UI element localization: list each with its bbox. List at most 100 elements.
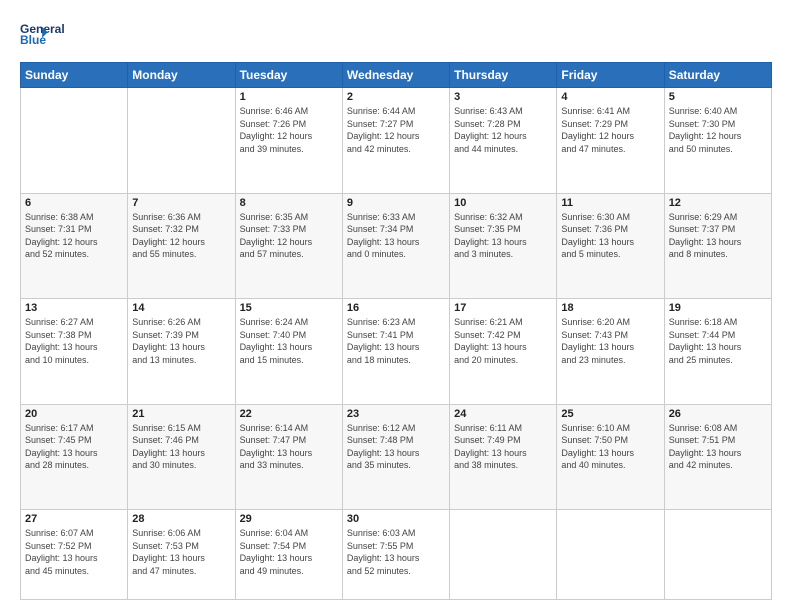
day-number: 21 (132, 408, 230, 420)
calendar-cell (450, 510, 557, 600)
calendar-cell: 8 Sunrise: 6:35 AM Sunset: 7:33 PM Daylig… (235, 193, 342, 299)
day-info: Sunrise: 6:40 AM Sunset: 7:30 PM Dayligh… (669, 105, 767, 155)
day-number: 1 (240, 91, 338, 103)
day-number: 5 (669, 91, 767, 103)
day-info: Sunrise: 6:35 AM Sunset: 7:33 PM Dayligh… (240, 211, 338, 261)
day-info: Sunrise: 6:29 AM Sunset: 7:37 PM Dayligh… (669, 211, 767, 261)
day-info: Sunrise: 6:23 AM Sunset: 7:41 PM Dayligh… (347, 316, 445, 366)
calendar-col-tuesday: Tuesday (235, 63, 342, 88)
day-number: 25 (561, 408, 659, 420)
calendar-cell: 22Sunrise: 6:14 AM Sunset: 7:47 PM Dayli… (235, 404, 342, 510)
day-info: Sunrise: 6:30 AM Sunset: 7:36 PM Dayligh… (561, 211, 659, 261)
calendar-cell: 11 Sunrise: 6:30 AM Sunset: 7:36 PM Dayli… (557, 193, 664, 299)
day-number: 19 (669, 302, 767, 314)
day-info: Sunrise: 6:32 AM Sunset: 7:35 PM Dayligh… (454, 211, 552, 261)
day-info: Sunrise: 6:44 AM Sunset: 7:27 PM Dayligh… (347, 105, 445, 155)
calendar-week-2: 6 Sunrise: 6:38 AM Sunset: 7:31 PM Daylig… (21, 193, 772, 299)
day-number: 20 (25, 408, 123, 420)
calendar-cell: 17Sunrise: 6:21 AM Sunset: 7:42 PM Dayli… (450, 299, 557, 405)
calendar-cell: 18 Sunrise: 6:20 AM Sunset: 7:43 PM Dayli… (557, 299, 664, 405)
day-number: 16 (347, 302, 445, 314)
day-number: 24 (454, 408, 552, 420)
day-number: 18 (561, 302, 659, 314)
day-info: Sunrise: 6:12 AM Sunset: 7:48 PM Dayligh… (347, 422, 445, 472)
calendar-cell: 10 Sunrise: 6:32 AM Sunset: 7:35 PM Dayli… (450, 193, 557, 299)
calendar-col-monday: Monday (128, 63, 235, 88)
calendar-week-1: 1 Sunrise: 6:46 AM Sunset: 7:26 PM Daylig… (21, 88, 772, 194)
calendar-cell: 1 Sunrise: 6:46 AM Sunset: 7:26 PM Daylig… (235, 88, 342, 194)
day-info: Sunrise: 6:11 AM Sunset: 7:49 PM Dayligh… (454, 422, 552, 472)
header: General Blue (20, 18, 772, 52)
day-info: Sunrise: 6:21 AM Sunset: 7:42 PM Dayligh… (454, 316, 552, 366)
calendar-col-friday: Friday (557, 63, 664, 88)
day-number: 29 (240, 513, 338, 525)
calendar-cell (128, 88, 235, 194)
day-number: 12 (669, 197, 767, 209)
calendar-cell: 29 Sunrise: 6:04 AM Sunset: 7:54 PM Dayli… (235, 510, 342, 600)
day-info: Sunrise: 6:46 AM Sunset: 7:26 PM Dayligh… (240, 105, 338, 155)
calendar-cell (557, 510, 664, 600)
day-number: 26 (669, 408, 767, 420)
calendar-header-row: SundayMondayTuesdayWednesdayThursdayFrid… (21, 63, 772, 88)
day-number: 7 (132, 197, 230, 209)
day-info: Sunrise: 6:04 AM Sunset: 7:54 PM Dayligh… (240, 527, 338, 577)
calendar-cell: 13 Sunrise: 6:27 AM Sunset: 7:38 PM Dayli… (21, 299, 128, 405)
calendar-cell (664, 510, 771, 600)
day-info: Sunrise: 6:26 AM Sunset: 7:39 PM Dayligh… (132, 316, 230, 366)
day-info: Sunrise: 6:18 AM Sunset: 7:44 PM Dayligh… (669, 316, 767, 366)
calendar-week-4: 20 Sunrise: 6:17 AM Sunset: 7:45 PM Dayli… (21, 404, 772, 510)
calendar-col-sunday: Sunday (21, 63, 128, 88)
calendar-cell: 4Sunrise: 6:41 AM Sunset: 7:29 PM Daylig… (557, 88, 664, 194)
day-info: Sunrise: 6:07 AM Sunset: 7:52 PM Dayligh… (25, 527, 123, 577)
day-info: Sunrise: 6:06 AM Sunset: 7:53 PM Dayligh… (132, 527, 230, 577)
calendar-col-wednesday: Wednesday (342, 63, 449, 88)
calendar-col-saturday: Saturday (664, 63, 771, 88)
day-info: Sunrise: 6:03 AM Sunset: 7:55 PM Dayligh… (347, 527, 445, 577)
day-info: Sunrise: 6:17 AM Sunset: 7:45 PM Dayligh… (25, 422, 123, 472)
calendar-cell: 19 Sunrise: 6:18 AM Sunset: 7:44 PM Dayli… (664, 299, 771, 405)
day-info: Sunrise: 6:20 AM Sunset: 7:43 PM Dayligh… (561, 316, 659, 366)
day-number: 30 (347, 513, 445, 525)
day-number: 10 (454, 197, 552, 209)
calendar-cell: 3 Sunrise: 6:43 AM Sunset: 7:28 PM Daylig… (450, 88, 557, 194)
calendar-cell: 16 Sunrise: 6:23 AM Sunset: 7:41 PM Dayli… (342, 299, 449, 405)
calendar-cell: 23 Sunrise: 6:12 AM Sunset: 7:48 PM Dayli… (342, 404, 449, 510)
calendar-cell: 30 Sunrise: 6:03 AM Sunset: 7:55 PM Dayli… (342, 510, 449, 600)
calendar-cell: 6 Sunrise: 6:38 AM Sunset: 7:31 PM Daylig… (21, 193, 128, 299)
day-number: 28 (132, 513, 230, 525)
day-info: Sunrise: 6:38 AM Sunset: 7:31 PM Dayligh… (25, 211, 123, 261)
calendar-cell: 24 Sunrise: 6:11 AM Sunset: 7:49 PM Dayli… (450, 404, 557, 510)
calendar-cell: 20 Sunrise: 6:17 AM Sunset: 7:45 PM Dayli… (21, 404, 128, 510)
calendar-cell: 21 Sunrise: 6:15 AM Sunset: 7:46 PM Dayli… (128, 404, 235, 510)
day-number: 9 (347, 197, 445, 209)
calendar-cell: 2Sunrise: 6:44 AM Sunset: 7:27 PM Daylig… (342, 88, 449, 194)
calendar-cell: 9 Sunrise: 6:33 AM Sunset: 7:34 PM Daylig… (342, 193, 449, 299)
day-number: 8 (240, 197, 338, 209)
day-info: Sunrise: 6:43 AM Sunset: 7:28 PM Dayligh… (454, 105, 552, 155)
page: General Blue SundayMondayTuesdayWednesda… (0, 0, 792, 612)
day-number: 23 (347, 408, 445, 420)
day-number: 27 (25, 513, 123, 525)
calendar-cell: 5 Sunrise: 6:40 AM Sunset: 7:30 PM Daylig… (664, 88, 771, 194)
day-number: 6 (25, 197, 123, 209)
logo-icon: General Blue (20, 18, 80, 52)
day-info: Sunrise: 6:41 AM Sunset: 7:29 PM Dayligh… (561, 105, 659, 155)
day-info: Sunrise: 6:27 AM Sunset: 7:38 PM Dayligh… (25, 316, 123, 366)
calendar-cell (21, 88, 128, 194)
day-info: Sunrise: 6:10 AM Sunset: 7:50 PM Dayligh… (561, 422, 659, 472)
day-info: Sunrise: 6:36 AM Sunset: 7:32 PM Dayligh… (132, 211, 230, 261)
calendar-cell: 28 Sunrise: 6:06 AM Sunset: 7:53 PM Dayli… (128, 510, 235, 600)
day-number: 13 (25, 302, 123, 314)
calendar-week-5: 27 Sunrise: 6:07 AM Sunset: 7:52 PM Dayli… (21, 510, 772, 600)
calendar-cell: 12 Sunrise: 6:29 AM Sunset: 7:37 PM Dayli… (664, 193, 771, 299)
day-info: Sunrise: 6:15 AM Sunset: 7:46 PM Dayligh… (132, 422, 230, 472)
day-number: 3 (454, 91, 552, 103)
day-number: 11 (561, 197, 659, 209)
calendar-table: SundayMondayTuesdayWednesdayThursdayFrid… (20, 62, 772, 600)
day-info: Sunrise: 6:08 AM Sunset: 7:51 PM Dayligh… (669, 422, 767, 472)
day-info: Sunrise: 6:33 AM Sunset: 7:34 PM Dayligh… (347, 211, 445, 261)
calendar-cell: 26 Sunrise: 6:08 AM Sunset: 7:51 PM Dayli… (664, 404, 771, 510)
calendar-cell: 15Sunrise: 6:24 AM Sunset: 7:40 PM Dayli… (235, 299, 342, 405)
calendar-cell: 25 Sunrise: 6:10 AM Sunset: 7:50 PM Dayli… (557, 404, 664, 510)
day-number: 14 (132, 302, 230, 314)
